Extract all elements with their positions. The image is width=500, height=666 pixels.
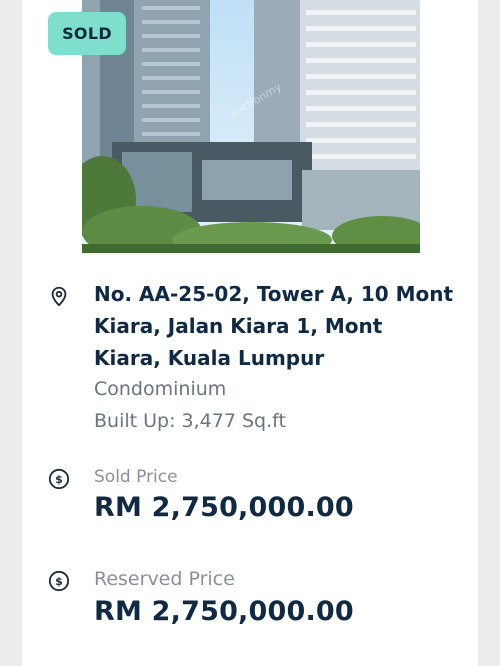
property-address: No. AA-25-02, Tower A, 10 Mont Kiara, Ja… (94, 282, 454, 370)
reserved-price-value: RM 2,750,000.00 (94, 596, 354, 627)
built-up-area: Built Up: 3,477 Sq.ft (94, 410, 286, 432)
condominium-photo-illustration: auctionmy (82, 0, 420, 253)
dollar-circle-icon: $ (48, 468, 70, 490)
listing-card[interactable]: auctionmy SOLD No. AA-25-02, Tower A, 10… (22, 0, 478, 666)
map-pin-icon (48, 285, 70, 307)
svg-text:$: $ (55, 473, 63, 486)
sold-price-value: RM 2,750,000.00 (94, 492, 354, 523)
sold-price-label: Sold Price (94, 467, 178, 487)
sold-status-badge: SOLD (48, 12, 126, 55)
dollar-circle-icon: $ (48, 570, 70, 592)
property-type: Condominium (94, 378, 227, 400)
reserved-price-label: Reserved Price (94, 568, 235, 590)
svg-text:$: $ (55, 575, 63, 588)
property-photo[interactable]: auctionmy (82, 0, 420, 253)
